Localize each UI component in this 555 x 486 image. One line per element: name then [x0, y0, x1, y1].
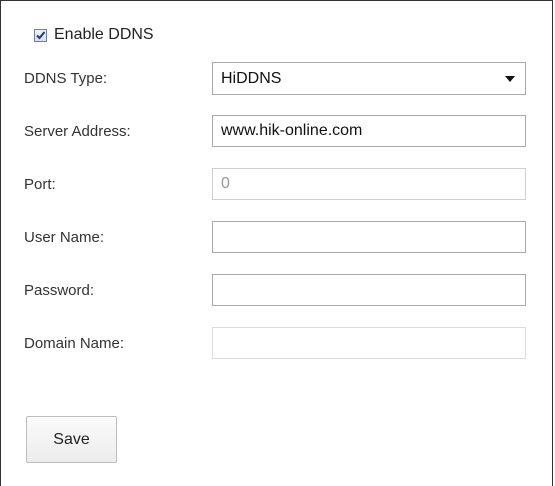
port-label: Port: — [24, 176, 56, 193]
user-name-label: User Name: — [24, 229, 105, 246]
enable-ddns-label: Enable DDNS — [54, 26, 154, 43]
ddns-type-label: DDNS Type: — [24, 70, 108, 87]
password-label: Password: — [24, 282, 95, 299]
checkmark-icon — [36, 30, 46, 39]
server-address-label: Server Address: — [24, 123, 131, 140]
port-row: Port: — [21, 168, 531, 202]
ddns-type-row: DDNS Type: HiDDNS — [21, 62, 531, 96]
password-input[interactable] — [212, 274, 526, 306]
server-address-input[interactable] — [212, 115, 526, 147]
domain-name-label: Domain Name: — [24, 335, 125, 352]
domain-name-row: Domain Name: — [21, 327, 531, 361]
enable-ddns-checkbox[interactable] — [34, 28, 47, 42]
user-name-row: User Name: — [21, 221, 531, 255]
save-button[interactable]: Save — [26, 416, 117, 463]
ddns-type-value: HiDDNS — [221, 69, 282, 87]
domain-name-input[interactable] — [212, 327, 526, 359]
ddns-settings-panel: Enable DDNS DDNS Type: HiDDNS Server Add… — [0, 0, 553, 486]
chevron-down-icon[interactable] — [504, 75, 516, 83]
enable-ddns-row[interactable]: Enable DDNS — [34, 25, 154, 45]
password-row: Password: — [21, 274, 531, 308]
port-input[interactable] — [212, 168, 526, 200]
ddns-type-select[interactable]: HiDDNS — [212, 62, 526, 95]
user-name-input[interactable] — [212, 221, 526, 253]
server-address-row: Server Address: — [21, 115, 531, 149]
